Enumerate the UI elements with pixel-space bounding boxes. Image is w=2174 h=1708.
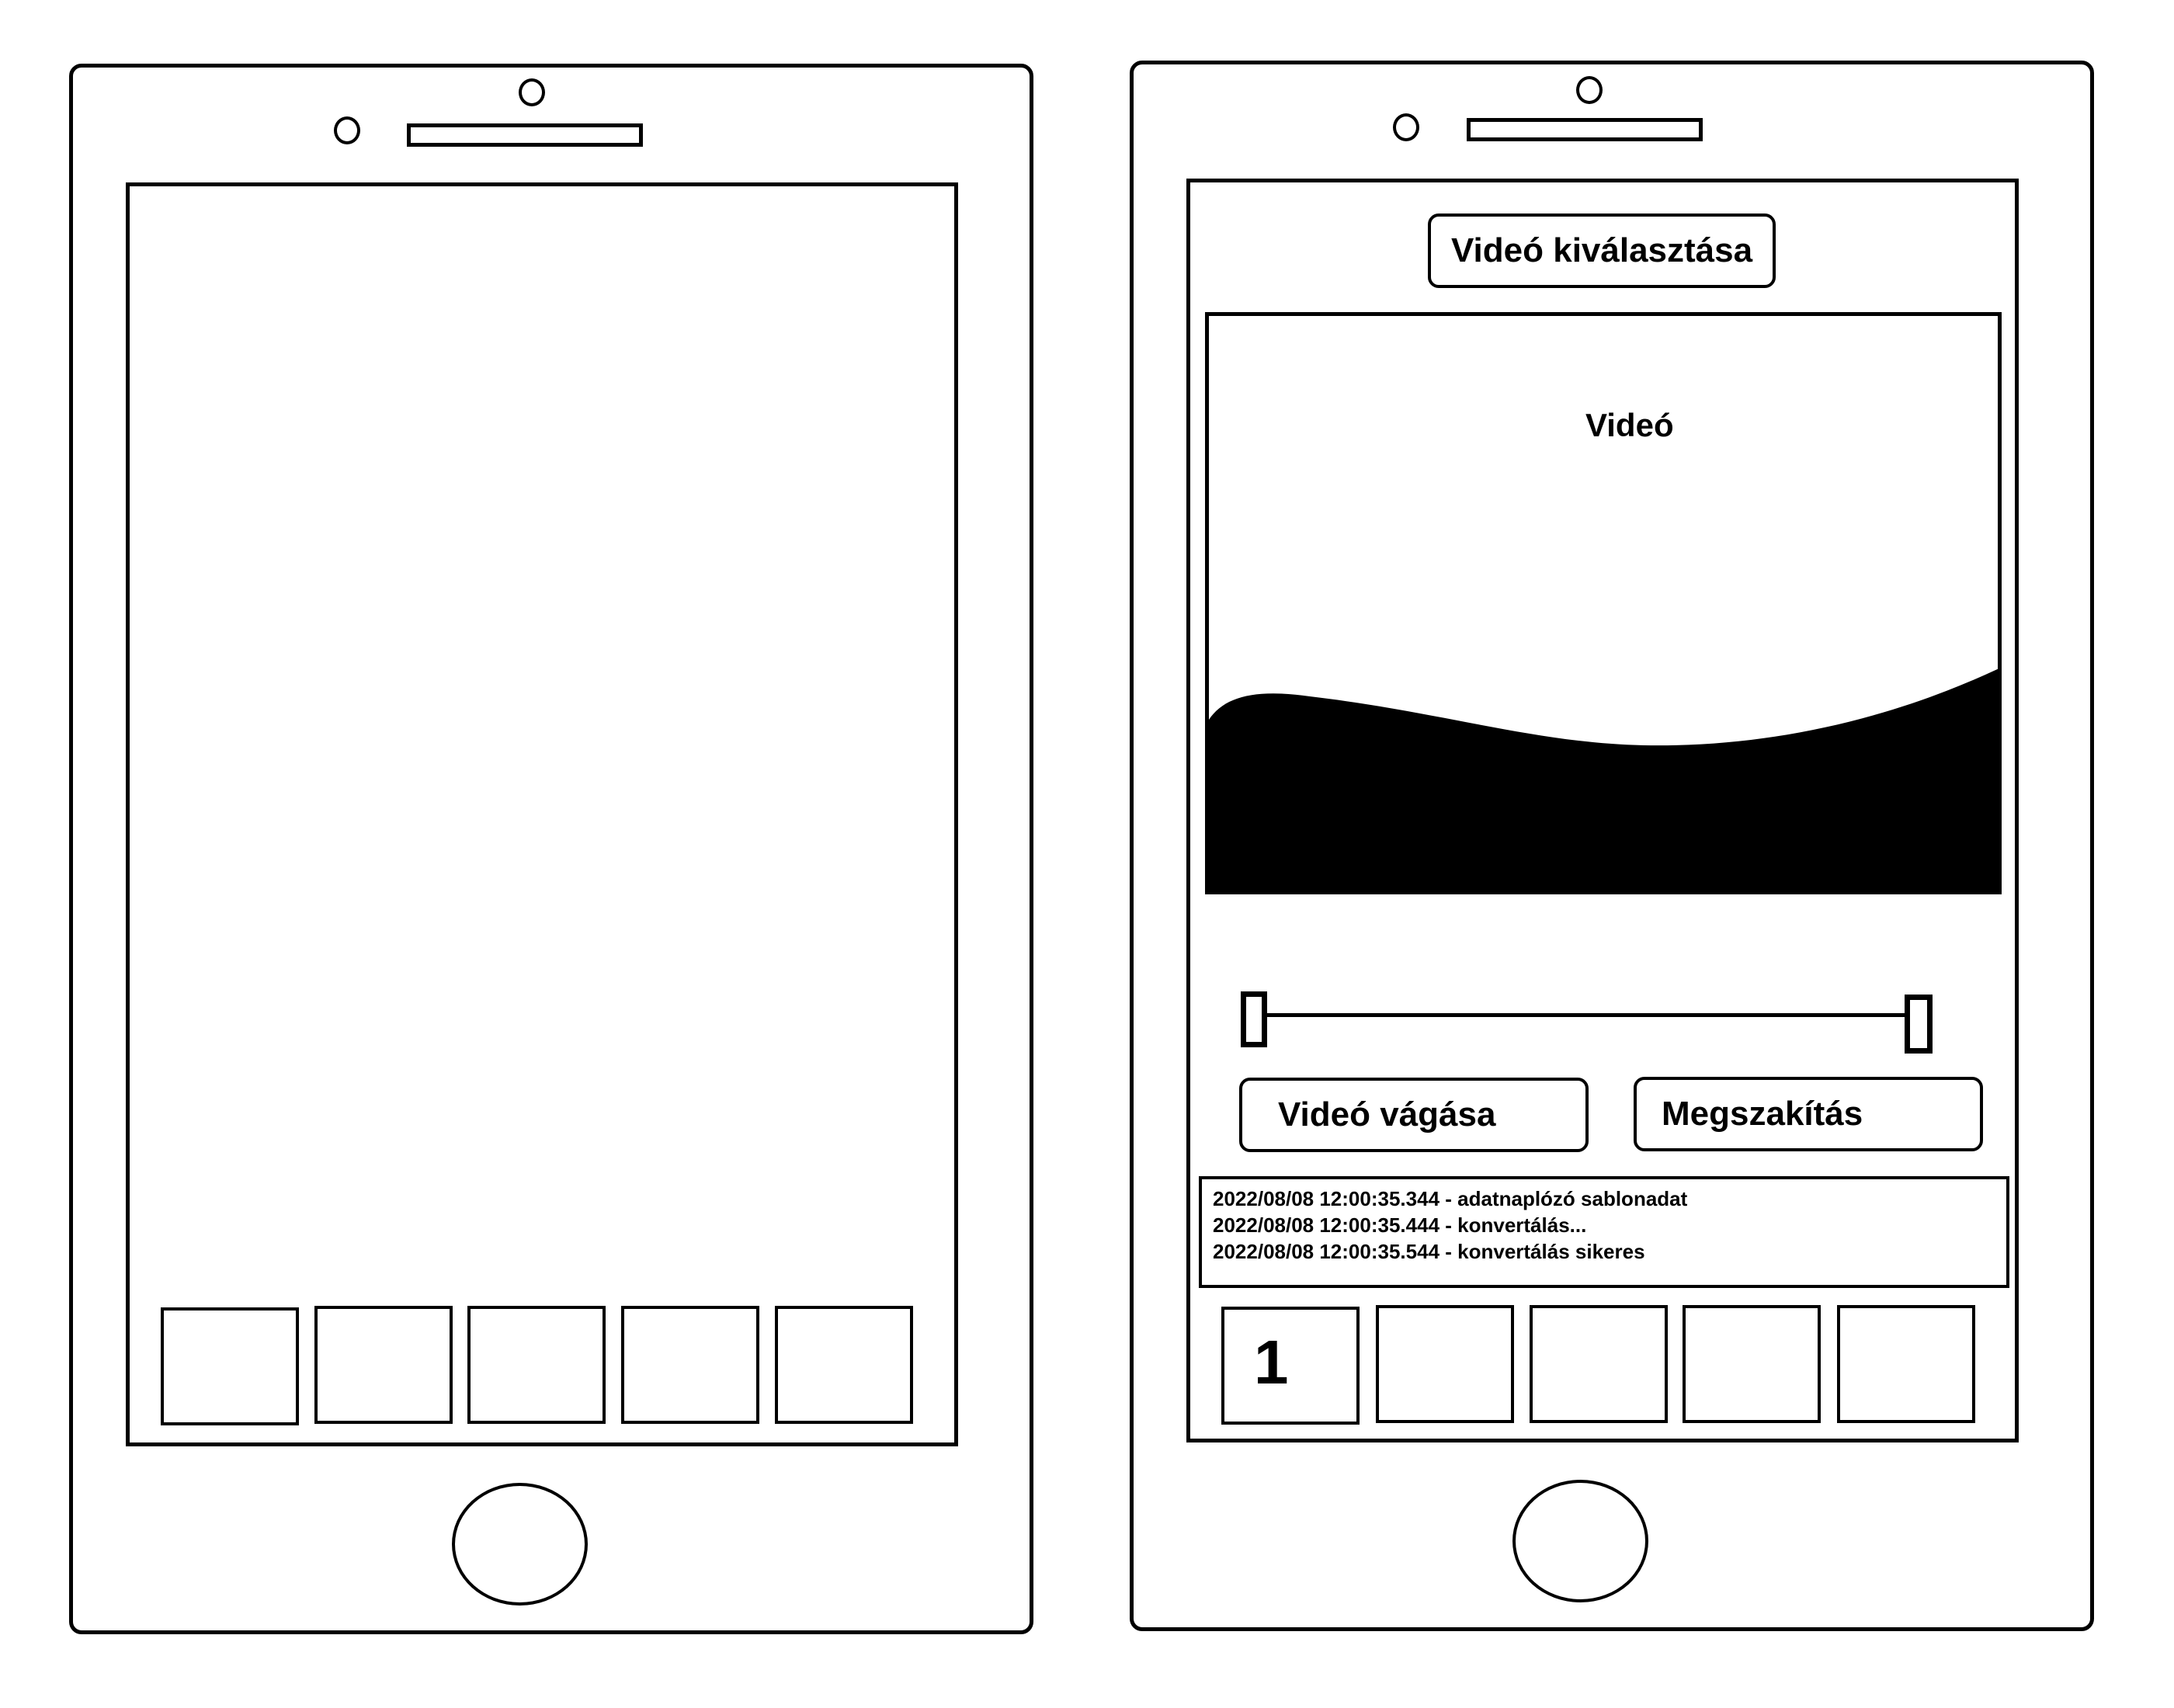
cut-video-button[interactable]: Videó vágása bbox=[1239, 1078, 1589, 1152]
dock-slot-4[interactable] bbox=[621, 1306, 759, 1424]
sensor-icon bbox=[1393, 113, 1419, 141]
abort-button[interactable]: Megszakítás bbox=[1634, 1077, 1983, 1151]
sensor-icon bbox=[334, 116, 360, 144]
log-line: 2022/08/08 12:00:35.344 - adatnaplózó sa… bbox=[1213, 1187, 1688, 1210]
dock-slot-3[interactable] bbox=[1530, 1305, 1668, 1423]
video-thumbnail-wave bbox=[1209, 668, 1998, 890]
dock-slot-2[interactable] bbox=[314, 1306, 453, 1424]
home-button[interactable] bbox=[452, 1483, 588, 1606]
trim-track bbox=[1245, 1013, 1920, 1017]
dock-slot-5[interactable] bbox=[1837, 1305, 1975, 1423]
front-camera-icon bbox=[1576, 76, 1603, 104]
dock-slot-number: 1 bbox=[1254, 1328, 1289, 1397]
dock-slot-2[interactable] bbox=[1376, 1305, 1514, 1423]
log-output: 2022/08/08 12:00:35.344 - adatnaplózó sa… bbox=[1199, 1176, 2009, 1288]
trim-handle-start[interactable] bbox=[1241, 991, 1267, 1047]
screen-left bbox=[126, 182, 958, 1446]
phone-frame-right: Videó kiválasztása Videó Videó vágása Me… bbox=[1130, 61, 2094, 1631]
front-camera-icon bbox=[519, 78, 545, 106]
log-line: 2022/08/08 12:00:35.544 - konvertálás si… bbox=[1213, 1240, 1645, 1263]
trim-handle-end[interactable] bbox=[1905, 995, 1933, 1054]
phone-frame-left bbox=[69, 64, 1033, 1634]
select-video-button[interactable]: Videó kiválasztása bbox=[1428, 214, 1776, 288]
log-line: 2022/08/08 12:00:35.444 - konvertálás... bbox=[1213, 1213, 1587, 1237]
dock-slot-5[interactable] bbox=[775, 1306, 913, 1424]
video-preview[interactable]: Videó bbox=[1205, 312, 2002, 894]
abort-button-label: Megszakítás bbox=[1662, 1095, 1863, 1133]
dock-slot-1[interactable]: 1 bbox=[1221, 1307, 1360, 1425]
dock-slot-4[interactable] bbox=[1683, 1305, 1821, 1423]
select-video-button-label: Videó kiválasztása bbox=[1451, 231, 1753, 269]
dock-slot-1[interactable] bbox=[161, 1307, 299, 1425]
screen-right: Videó kiválasztása Videó Videó vágása Me… bbox=[1186, 179, 2019, 1442]
cut-video-button-label: Videó vágása bbox=[1278, 1095, 1496, 1133]
dock-slot-3[interactable] bbox=[467, 1306, 606, 1424]
earpiece-speaker bbox=[407, 123, 643, 147]
earpiece-speaker bbox=[1467, 118, 1703, 141]
home-button[interactable] bbox=[1512, 1480, 1648, 1602]
